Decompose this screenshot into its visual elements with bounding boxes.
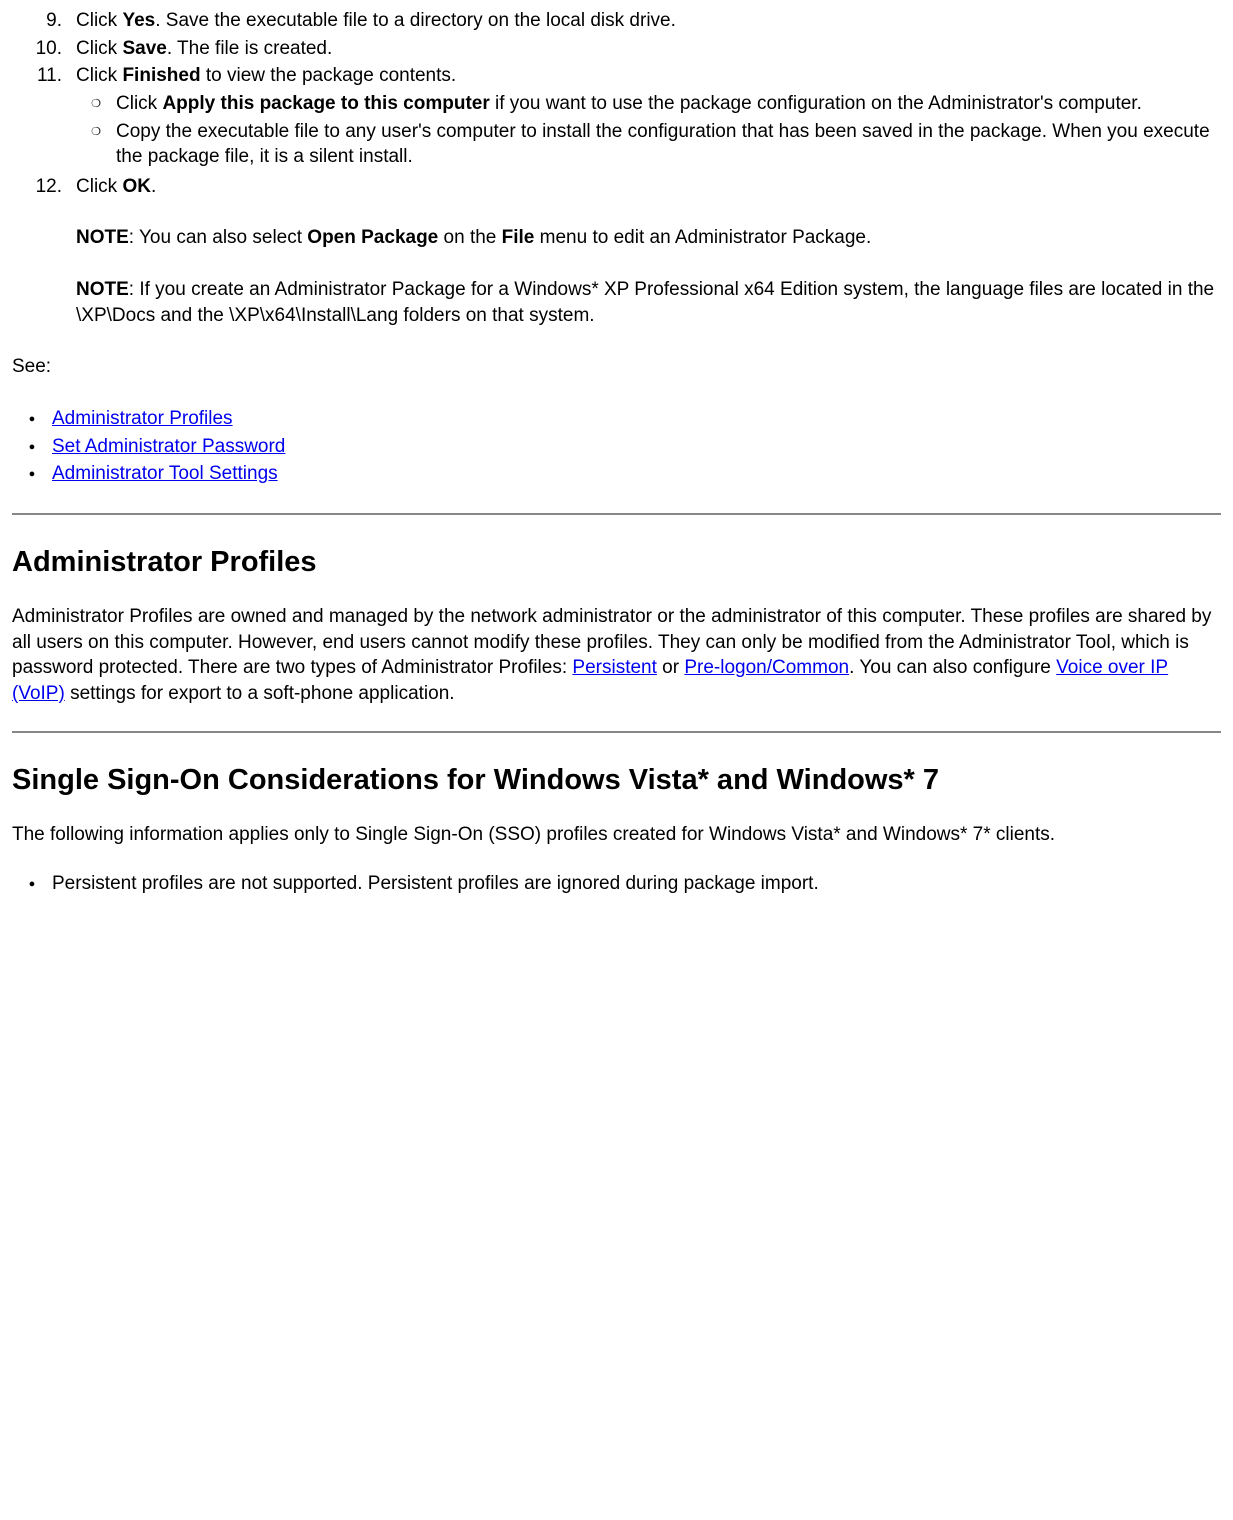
step-number: 9.: [12, 8, 76, 34]
step-10: 10. Click Save. The file is created.: [12, 36, 1221, 62]
section-divider: [12, 513, 1221, 515]
step-11: 11. Click Finished to view the package c…: [12, 63, 1221, 172]
step-number: 12.: [12, 174, 76, 329]
see-link-item: ● Administrator Tool Settings: [12, 461, 1221, 487]
section-divider: [12, 731, 1221, 733]
set-admin-password-link[interactable]: Set Administrator Password: [52, 436, 285, 457]
step-11a: ❍ Click Apply this package to this compu…: [76, 91, 1221, 117]
admin-profiles-link[interactable]: Administrator Profiles: [52, 408, 233, 429]
persistent-link[interactable]: Persistent: [572, 657, 656, 678]
see-link-item: ● Set Administrator Password: [12, 434, 1221, 460]
admin-tool-settings-link[interactable]: Administrator Tool Settings: [52, 463, 278, 484]
step-11b: ❍ Copy the executable file to any user's…: [76, 119, 1221, 170]
see-label: See:: [12, 354, 1221, 380]
pre-logon-common-link[interactable]: Pre-logon/Common: [684, 657, 849, 678]
note-1: NOTE: You can also select Open Package o…: [76, 225, 1221, 251]
step-number: 10.: [12, 36, 76, 62]
substep-content: Copy the executable file to any user's c…: [116, 119, 1221, 170]
numbered-steps-list: 9. Click Yes. Save the executable file t…: [12, 8, 1221, 328]
sso-heading: Single Sign-On Considerations for Window…: [12, 761, 1221, 800]
disc-bullet-icon: ●: [12, 434, 52, 460]
circle-bullet-icon: ❍: [76, 119, 116, 170]
step-content: Click OK. NOTE: You can also select Open…: [76, 174, 1221, 329]
disc-bullet-icon: ●: [12, 461, 52, 487]
disc-bullet-icon: ●: [12, 871, 52, 897]
step-12: 12. Click OK. NOTE: You can also select …: [12, 174, 1221, 329]
step-content: Click Yes. Save the executable file to a…: [76, 8, 1221, 34]
disc-bullet-icon: ●: [12, 406, 52, 432]
admin-profiles-paragraph: Administrator Profiles are owned and man…: [12, 604, 1221, 707]
admin-profiles-heading: Administrator Profiles: [12, 543, 1221, 582]
sso-paragraph: The following information applies only t…: [12, 822, 1221, 848]
sso-bullet-list: ● Persistent profiles are not supported.…: [12, 871, 1221, 897]
sso-bullet-item: ● Persistent profiles are not supported.…: [12, 871, 1221, 897]
step-11-sublist: ❍ Click Apply this package to this compu…: [76, 91, 1221, 170]
substep-content: Click Apply this package to this compute…: [116, 91, 1221, 117]
circle-bullet-icon: ❍: [76, 91, 116, 117]
see-links-list: ● Administrator Profiles ● Set Administr…: [12, 406, 1221, 487]
step-9: 9. Click Yes. Save the executable file t…: [12, 8, 1221, 34]
note-2: NOTE: If you create an Administrator Pac…: [76, 277, 1221, 328]
sso-bullet-text: Persistent profiles are not supported. P…: [52, 871, 1221, 897]
step-number: 11.: [12, 63, 76, 172]
see-link-item: ● Administrator Profiles: [12, 406, 1221, 432]
step-content: Click Save. The file is created.: [76, 36, 1221, 62]
step-content: Click Finished to view the package conte…: [76, 63, 1221, 172]
